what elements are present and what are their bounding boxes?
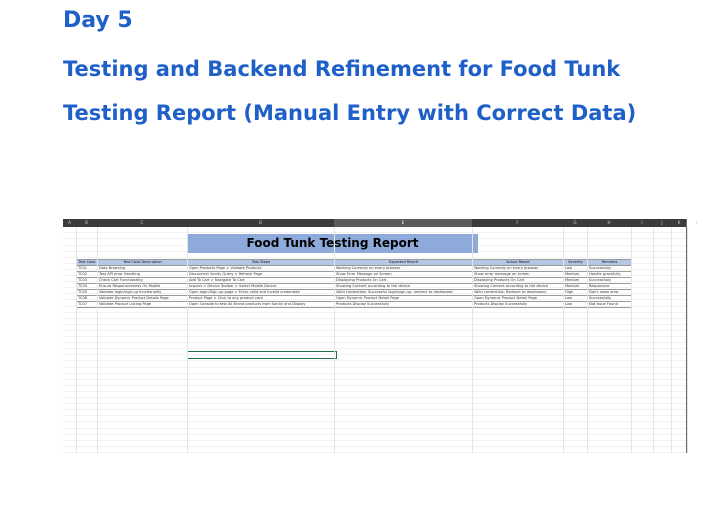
- cell-remarks[interactable]: Not Issue Found: [587, 301, 632, 308]
- column-letter[interactable]: J: [653, 219, 671, 227]
- cell-severity[interactable]: Low: [563, 301, 588, 308]
- column-letter[interactable]: G: [563, 219, 587, 227]
- test-report-table: Test Case Test Case Description Test Ste…: [76, 259, 632, 308]
- cell-steps[interactable]: Open Console to test All Brand products …: [187, 301, 335, 308]
- table-row: TC07 Validate Product Listing Page Open Co…: [76, 301, 632, 308]
- spreadsheet-screenshot: ABCDEFGHIJKL Food Tunk Testing Report Te…: [63, 219, 698, 453]
- column-letter[interactable]: K: [671, 219, 687, 227]
- grid-column-line: [587, 227, 588, 453]
- grid-column-line: [631, 227, 632, 453]
- grid-column-line: [187, 227, 188, 453]
- column-letter[interactable]: F: [472, 219, 563, 227]
- column-letter[interactable]: I: [631, 219, 653, 227]
- grid-column-line: [653, 227, 654, 453]
- day-heading: Day 5: [63, 8, 133, 33]
- report-title: Testing Report (Manual Entry with Correc…: [63, 101, 637, 125]
- cell-test-case[interactable]: TC07: [76, 301, 98, 308]
- cell-expected[interactable]: Valid credentials: Successful login/sign…: [334, 289, 473, 296]
- column-letter[interactable]: H: [587, 219, 631, 227]
- grid-column-line: [671, 227, 672, 453]
- cell-expected[interactable]: Products Display Successfully: [334, 301, 473, 308]
- column-letter[interactable]: E: [334, 219, 472, 227]
- grid-column-line: [97, 227, 98, 453]
- column-letter[interactable]: D: [187, 219, 334, 227]
- cell-actual[interactable]: Products Display Successfully: [472, 301, 564, 308]
- cell-description[interactable]: Validate Product Listing Page: [97, 301, 188, 308]
- grid-column-line: [687, 227, 688, 453]
- grid-column-line: [76, 227, 77, 453]
- column-letter[interactable]: B: [76, 219, 97, 227]
- grid-column-line: [334, 227, 335, 453]
- column-header-bar: ABCDEFGHIJKL: [63, 219, 698, 227]
- header-test-case: Test Case: [76, 259, 98, 266]
- report-banner: Food Tunk Testing Report: [187, 234, 478, 253]
- column-letter[interactable]: L: [687, 219, 707, 227]
- selected-cell[interactable]: [187, 351, 337, 359]
- grid-column-line: [472, 227, 473, 453]
- column-letter[interactable]: A: [63, 219, 76, 227]
- grid-column-line: [563, 227, 564, 453]
- column-letter[interactable]: C: [97, 219, 187, 227]
- section-title: Testing and Backend Refinement for Food …: [63, 57, 621, 81]
